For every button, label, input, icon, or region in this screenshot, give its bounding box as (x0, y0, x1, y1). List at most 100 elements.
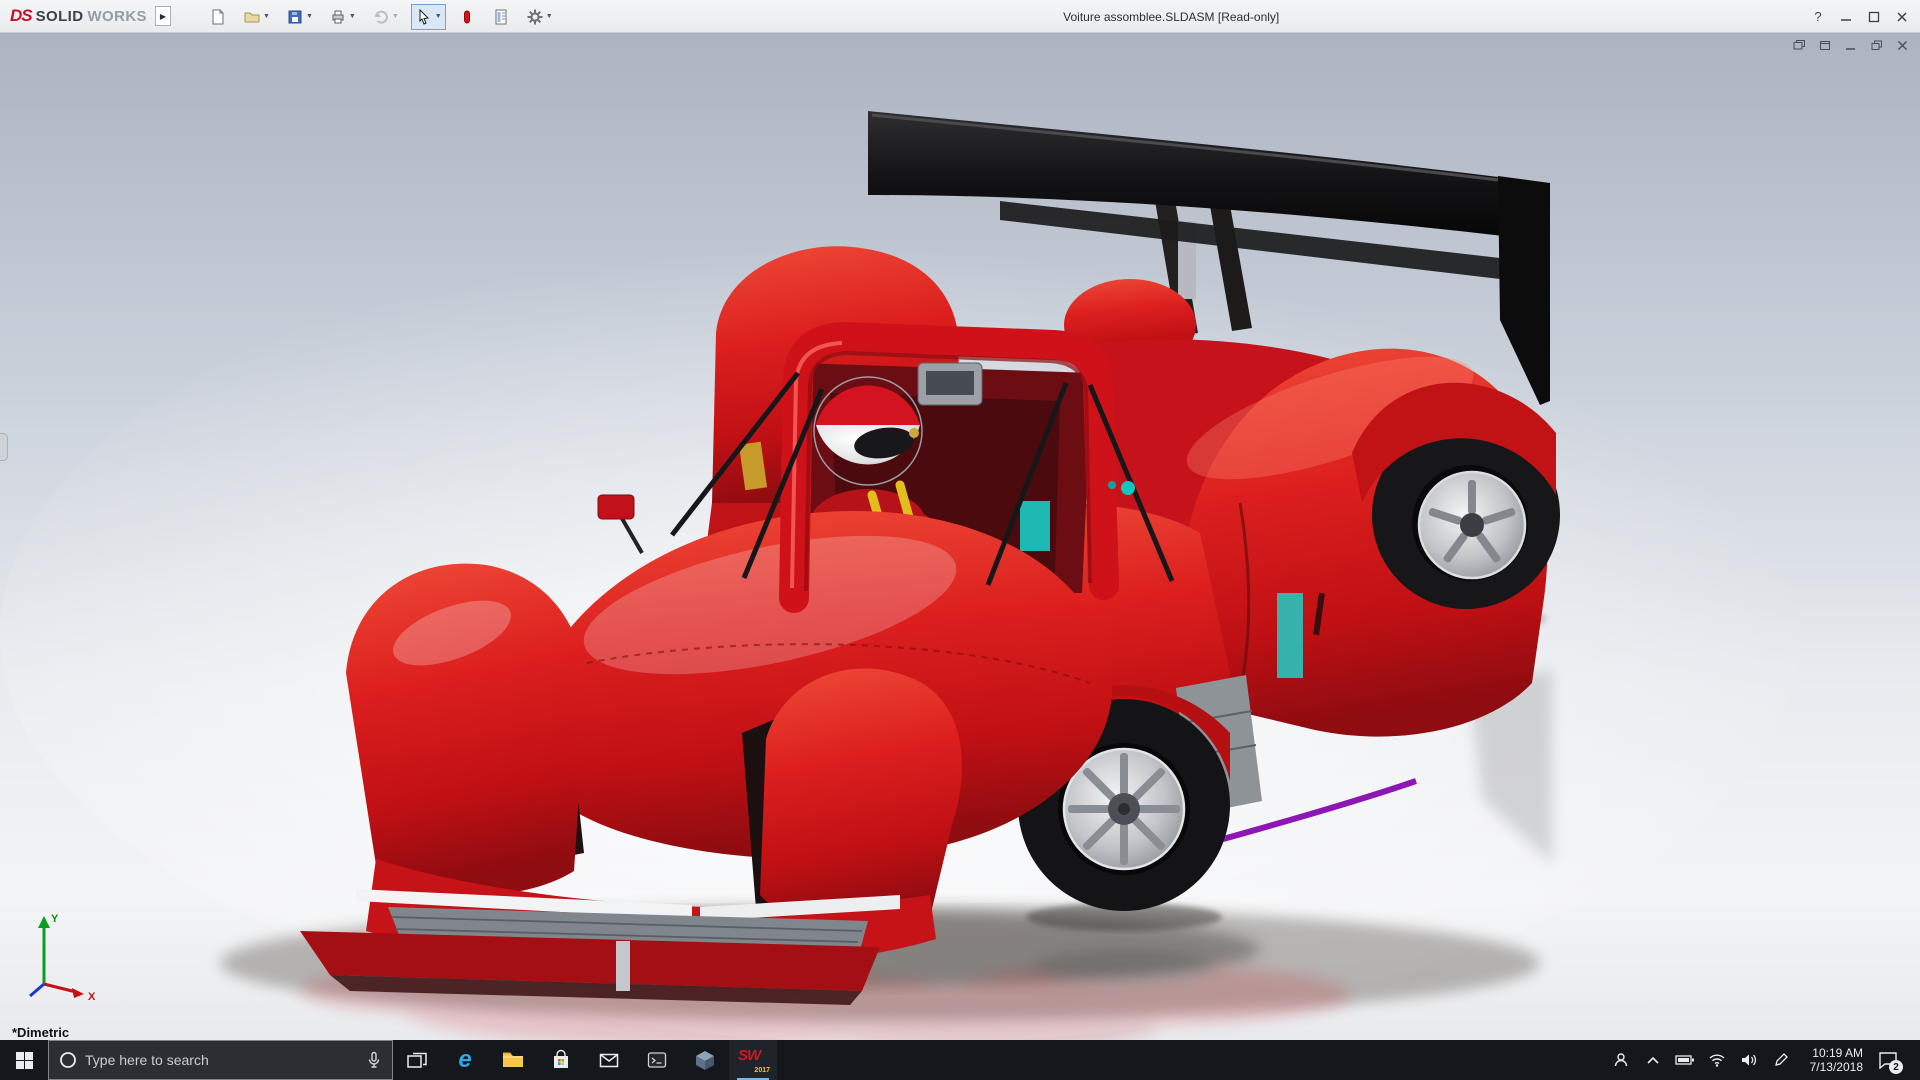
taskbar-store[interactable] (537, 1040, 585, 1080)
battery-icon (1675, 1055, 1694, 1065)
task-view-button[interactable] (393, 1040, 441, 1080)
taskbar-mail[interactable] (585, 1040, 633, 1080)
x-axis-label: X (88, 991, 96, 1002)
teal-indicator-small (1108, 481, 1116, 489)
clock-time: 10:19 AM (1812, 1046, 1863, 1060)
select-button[interactable]: ▼ (410, 3, 446, 30)
car-model-canvas[interactable] (0, 33, 1920, 1040)
menu-flyout-button[interactable]: ▶ (154, 6, 171, 26)
people-icon (1614, 1053, 1628, 1067)
taskbar-file-explorer[interactable] (489, 1040, 537, 1080)
undo-icon (374, 10, 388, 24)
battery-button[interactable] (1671, 1040, 1699, 1080)
tow-post (616, 941, 630, 991)
command-prompt-icon (647, 1052, 667, 1068)
system-tray: 10:19 AM 7/13/2018 2 (1607, 1040, 1920, 1080)
minimize-icon (1841, 18, 1851, 21)
windows-taskbar: e (0, 1040, 1920, 1080)
doc-minimize-icon (1846, 47, 1855, 50)
taskbar-command-prompt[interactable] (633, 1040, 681, 1080)
mail-icon (599, 1053, 619, 1068)
minimize-button[interactable] (1832, 4, 1860, 30)
save-dropdown-caret[interactable]: ▼ (306, 13, 313, 20)
z-axis-line (29, 982, 45, 998)
save-icon (288, 10, 302, 23)
tray-overflow-button[interactable] (1639, 1040, 1667, 1080)
doc-float-button[interactable] (1816, 37, 1834, 53)
print-dropdown-caret[interactable]: ▼ (349, 13, 356, 20)
store-icon (554, 1049, 568, 1068)
file-explorer-icon (503, 1052, 523, 1067)
action-center-button[interactable]: 2 (1869, 1040, 1907, 1080)
people-button[interactable] (1607, 1040, 1635, 1080)
windows-logo-icon (15, 1051, 33, 1069)
doc-restore-button[interactable] (1868, 37, 1886, 53)
red-tool-button[interactable] (454, 4, 480, 30)
document-window-controls (1790, 37, 1912, 53)
task-view-icon (407, 1052, 427, 1068)
document-properties-icon (495, 9, 507, 24)
clock-date: 7/13/2018 (1809, 1060, 1863, 1074)
doc-minimize-button[interactable] (1842, 37, 1860, 53)
save-button[interactable]: ▼ (282, 4, 317, 30)
taskbar-search[interactable] (48, 1040, 393, 1080)
document-properties-button[interactable] (488, 4, 514, 30)
new-document-icon (212, 9, 224, 24)
close-button[interactable] (1888, 4, 1916, 30)
search-input[interactable] (85, 1052, 358, 1068)
undo-button[interactable]: ▼ (368, 4, 403, 30)
flyout-arrow-icon: ▶ (159, 11, 167, 21)
front-left-fender[interactable] (346, 563, 586, 896)
microphone-icon[interactable] (366, 1051, 382, 1069)
taskbar-solidworks[interactable]: SW 2017 (729, 1040, 777, 1080)
window-controls: ? (1804, 0, 1916, 33)
settings-button[interactable]: ▼ (522, 4, 557, 30)
taskbar-clock[interactable]: 10:19 AM 7/13/2018 (1799, 1040, 1865, 1080)
brand-works-text: WORKS (87, 7, 147, 25)
network-button[interactable] (1703, 1040, 1731, 1080)
doc-close-button[interactable] (1894, 37, 1912, 53)
window-title: Voiture assomblee.SLDASM [Read-only] (1063, 9, 1280, 24)
select-dropdown-caret[interactable]: ▼ (435, 13, 442, 20)
print-icon (332, 10, 344, 23)
teal-indicator (1121, 481, 1135, 495)
settings-gear-icon (527, 9, 543, 24)
open-button[interactable]: ▼ (239, 4, 274, 30)
pen-button[interactable] (1767, 1040, 1795, 1080)
start-button[interactable] (0, 1040, 48, 1080)
chevron-up-icon (1647, 1056, 1659, 1064)
ds-logo-mark: DS (10, 6, 33, 25)
teal-panel[interactable] (1277, 593, 1303, 678)
print-button[interactable]: ▼ (325, 4, 360, 30)
maximize-icon (1868, 11, 1880, 22)
pen-icon (1775, 1053, 1788, 1066)
graphics-viewport[interactable]: Y X *Dimetric (0, 33, 1920, 1040)
solidworks-logo: DS SOLID WORKS (0, 6, 147, 26)
undo-dropdown-caret[interactable]: ▼ (392, 13, 399, 20)
doc-pin-button[interactable] (1790, 37, 1808, 53)
taskbar-edge[interactable]: e (441, 1040, 489, 1080)
volume-button[interactable] (1735, 1040, 1763, 1080)
taskbar-cube-viewer[interactable] (681, 1040, 729, 1080)
orientation-triad: Y X (29, 913, 96, 1002)
select-arrow-icon (419, 8, 429, 25)
help-button[interactable]: ? (1804, 4, 1832, 30)
solidworks-window: DS SOLID WORKS ▶ ▼ ▼ ▼ ▼ ▼ ▼ Voiture ass… (0, 0, 1920, 1080)
doc-restore-icon (1871, 40, 1882, 50)
view-orientation-label: *Dimetric (12, 1025, 70, 1040)
new-document-button[interactable] (205, 4, 231, 30)
doc-close-icon (1898, 40, 1907, 50)
cortana-icon (60, 1052, 76, 1068)
maximize-button[interactable] (1860, 4, 1888, 30)
cube-app-icon (696, 1051, 714, 1070)
titlebar: DS SOLID WORKS ▶ ▼ ▼ ▼ ▼ ▼ ▼ Voiture ass… (0, 0, 1920, 33)
doc-float-icon (1820, 40, 1830, 50)
brand-solid-text: SOLID (35, 7, 84, 25)
quick-access-toolbar: ▼ ▼ ▼ ▼ ▼ ▼ (205, 0, 557, 33)
doc-pin-icon (1793, 39, 1805, 49)
red-tool-icon (463, 10, 470, 23)
feature-manager-collapse-tab[interactable] (0, 433, 8, 461)
open-dropdown-caret[interactable]: ▼ (263, 13, 270, 20)
settings-dropdown-caret[interactable]: ▼ (546, 13, 553, 20)
wifi-icon (1709, 1054, 1725, 1067)
